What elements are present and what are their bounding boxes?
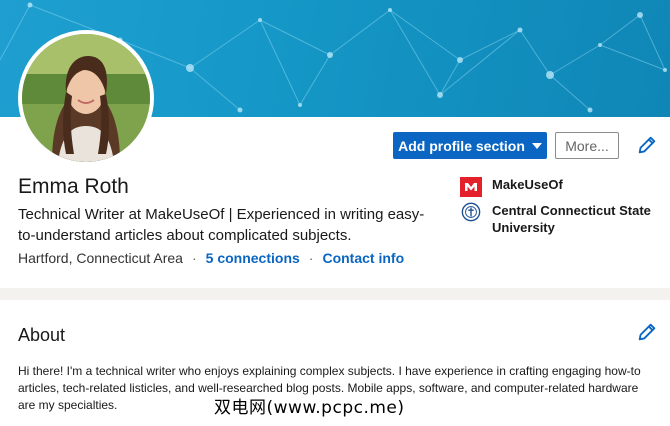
school-seal-icon — [461, 202, 481, 222]
site-watermark: 双电网(www.pcpc.me) — [214, 398, 405, 418]
add-profile-section-button[interactable]: Add profile section — [393, 132, 547, 159]
school-name: Central Connecticut State University — [492, 203, 651, 235]
profile-headline: Technical Writer at MakeUseOf | Experien… — [18, 206, 425, 244]
profile-meta-line: Hartford, Connecticut Area · 5 connectio… — [18, 250, 404, 266]
meta-separator: · — [191, 250, 197, 266]
more-button[interactable]: More... — [555, 132, 619, 159]
connections-link[interactable]: 5 connections — [206, 250, 300, 266]
profile-location: Hartford, Connecticut Area — [18, 250, 183, 266]
pencil-icon[interactable] — [636, 134, 658, 156]
profile-photo[interactable] — [18, 30, 154, 166]
profile-name: Emma Roth — [18, 175, 129, 198]
company-name: MakeUseOf — [492, 177, 563, 192]
current-company[interactable]: MakeUseOf — [460, 177, 563, 197]
caret-down-icon — [531, 142, 542, 149]
education-school[interactable]: Central Connecticut State University — [460, 202, 660, 236]
meta-separator: · — [308, 250, 314, 266]
contact-info-link[interactable]: Contact info — [322, 250, 404, 266]
makeuseof-logo-icon — [460, 177, 482, 197]
profile-top-card: Add profile section More... Emma Roth Te… — [0, 0, 670, 288]
about-heading: About — [18, 325, 66, 345]
pencil-icon[interactable] — [636, 321, 658, 343]
add-profile-section-label: Add profile section — [398, 137, 525, 154]
